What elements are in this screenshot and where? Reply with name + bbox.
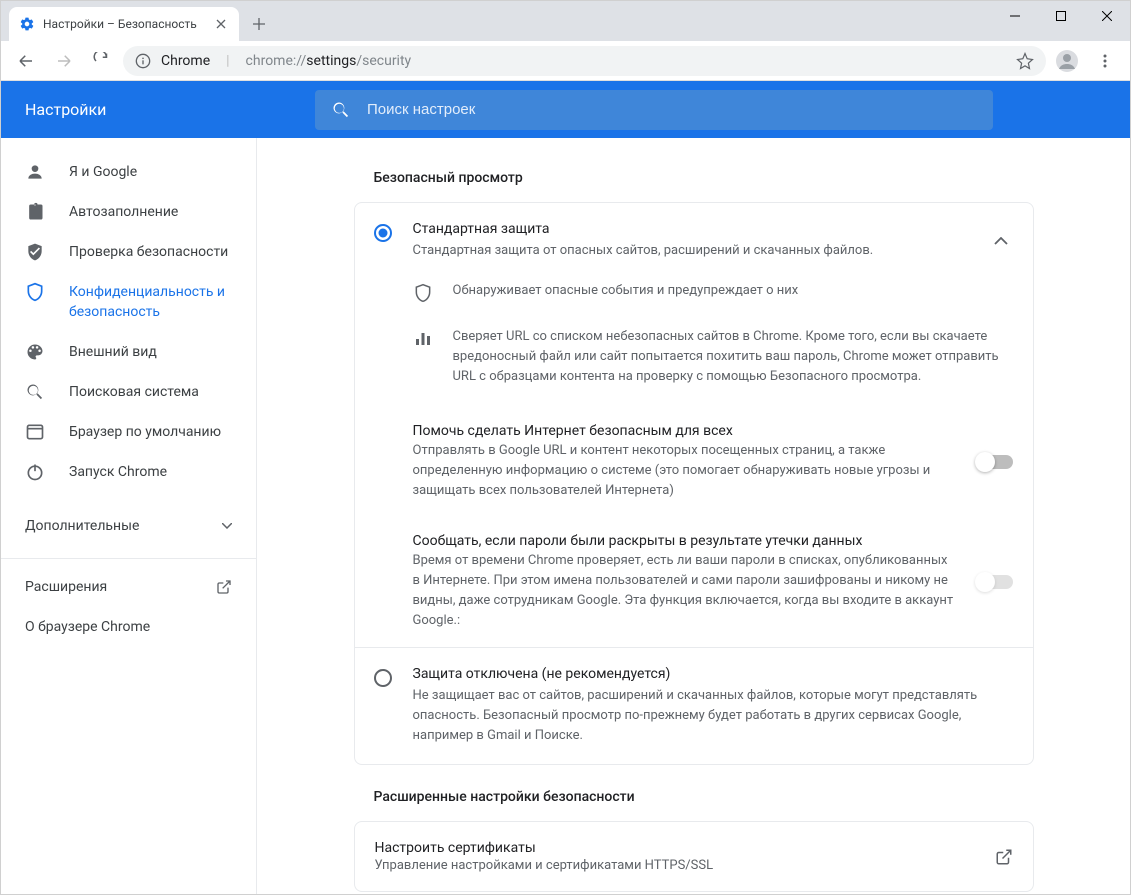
sidebar-item-you-and-google[interactable]: Я и Google <box>1 152 244 192</box>
sidebar-item-default-browser[interactable]: Браузер по умолчанию <box>1 412 244 452</box>
settings-main[interactable]: Безопасный просмотр Стандартная защита С… <box>257 138 1130 894</box>
radio-selected-icon[interactable] <box>373 223 393 243</box>
detail-url-check: Сверяет URL со списком небезопасных сайт… <box>355 315 1033 407</box>
section-title-safe-browsing: Безопасный просмотр <box>354 162 1034 202</box>
detail-detect-events: Обнаруживает опасные события и предупреж… <box>355 269 1033 315</box>
chrome-menu-icon[interactable] <box>1088 44 1122 78</box>
option-subtitle: Не защищает вас от сайтов, расширений и … <box>413 686 1013 746</box>
option-title: Защита отключена (не рекомендуется) <box>413 666 1013 682</box>
forward-button[interactable] <box>47 44 81 78</box>
verified-shield-icon <box>25 242 45 262</box>
sidebar-divider <box>1 558 256 559</box>
option-no-protection[interactable]: Защита отключена (не рекомендуется) Не з… <box>355 648 1033 764</box>
close-window-button[interactable] <box>1084 1 1130 31</box>
sidebar-link-extensions[interactable]: Расширения <box>1 567 256 607</box>
bar-chart-icon <box>413 329 433 347</box>
url-divider: | <box>220 53 235 69</box>
clipboard-icon <box>25 202 45 222</box>
shield-outline-icon <box>413 283 433 303</box>
gear-icon <box>19 16 35 32</box>
safe-browsing-card: Стандартная защита Стандартная защита от… <box>354 202 1034 765</box>
search-icon <box>25 382 45 402</box>
advanced-security-card: Настроить сертификаты Управление настрой… <box>354 821 1034 892</box>
url-chrome-label: Chrome <box>161 53 210 69</box>
search-icon <box>331 100 351 120</box>
sub-option-help-improve: Помочь сделать Интернет безопасным для в… <box>355 407 1033 517</box>
shield-icon <box>25 282 45 302</box>
bookmark-star-icon[interactable] <box>1016 52 1034 70</box>
option-standard-protection[interactable]: Стандартная защита Стандартная защита от… <box>355 203 1033 269</box>
window-titlebar: Настройки – Безопасность <box>1 1 1130 41</box>
power-icon <box>25 462 45 482</box>
settings-title: Настройки <box>25 100 285 119</box>
external-link-icon <box>216 579 232 595</box>
option-subtitle: Стандартная защита от опасных сайтов, ра… <box>413 241 969 261</box>
reload-button[interactable] <box>85 44 119 78</box>
external-link-icon <box>995 848 1013 866</box>
sidebar-item-on-startup[interactable]: Запуск Chrome <box>1 452 244 492</box>
new-tab-button[interactable] <box>245 10 273 38</box>
person-icon <box>25 162 45 182</box>
sidebar-item-appearance[interactable]: Внешний вид <box>1 332 244 372</box>
settings-search-input[interactable] <box>367 101 977 118</box>
section-title-advanced-security: Расширенные настройки безопасности <box>354 781 1034 821</box>
link-manage-certificates[interactable]: Настроить сертификаты Управление настрой… <box>355 822 1033 891</box>
sidebar-item-search-engine[interactable]: Поисковая система <box>1 372 244 412</box>
toggle-help-improve[interactable] <box>977 455 1013 469</box>
sub-option-password-leak: Сообщать, если пароли были раскрыты в ре… <box>355 517 1033 648</box>
back-button[interactable] <box>9 44 43 78</box>
sidebar-item-autofill[interactable]: Автозаполнение <box>1 192 244 232</box>
collapse-chevron-up-icon[interactable] <box>989 237 1013 245</box>
browser-toolbar: Chrome | chrome://settings/security <box>1 41 1130 81</box>
tab-close-icon[interactable] <box>213 16 229 32</box>
tab-title: Настройки – Безопасность <box>43 17 205 31</box>
sidebar-advanced-toggle[interactable]: Дополнительные <box>1 502 256 550</box>
sidebar-link-about[interactable]: О браузере Chrome <box>1 607 256 647</box>
window-controls <box>992 1 1130 31</box>
settings-search[interactable] <box>315 90 993 130</box>
palette-icon <box>25 342 45 362</box>
address-bar[interactable]: Chrome | chrome://settings/security <box>123 46 1046 76</box>
sidebar-item-privacy-security[interactable]: Конфиденциальность и безопасность <box>1 272 244 332</box>
browser-tab[interactable]: Настройки – Безопасность <box>9 7 239 41</box>
browser-icon <box>25 422 45 442</box>
profile-avatar-icon[interactable] <box>1050 44 1084 78</box>
sidebar-item-safety-check[interactable]: Проверка безопасности <box>1 232 244 272</box>
site-info-icon[interactable] <box>135 53 151 69</box>
settings-header: Настройки <box>1 81 1130 138</box>
radio-unselected-icon[interactable] <box>373 668 393 688</box>
toggle-password-leak <box>977 575 1013 589</box>
minimize-button[interactable] <box>992 1 1038 31</box>
option-title: Стандартная защита <box>413 221 969 237</box>
maximize-button[interactable] <box>1038 1 1084 31</box>
settings-sidebar: Я и Google Автозаполнение Проверка безоп… <box>1 138 257 894</box>
caret-down-icon <box>222 523 232 529</box>
